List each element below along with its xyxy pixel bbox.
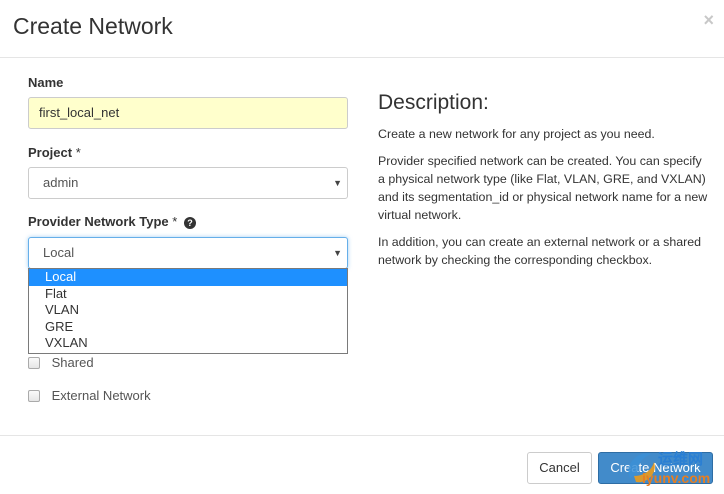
project-label: Project * <box>28 145 81 160</box>
provider-network-type-label: Provider Network Type * ? <box>28 214 196 229</box>
watermark-logo: 运维网 iyunv.com <box>622 444 722 488</box>
project-select-value: admin <box>43 175 79 190</box>
create-network-modal: Create Network × Name first_local_net Pr… <box>0 0 724 494</box>
cancel-button[interactable]: Cancel <box>527 452 592 484</box>
shared-checkbox[interactable] <box>28 357 40 369</box>
provider-network-type-select[interactable]: Local ▼ <box>28 237 348 269</box>
external-network-checkbox-row[interactable]: External Network <box>28 388 151 403</box>
name-label: Name <box>28 75 63 90</box>
option-flat[interactable]: Flat <box>29 286 347 303</box>
description-title: Description: <box>378 91 489 114</box>
modal-header: Create Network × <box>0 0 724 58</box>
modal-title: Create Network <box>13 13 173 39</box>
description-paragraph: Create a new network for any project as … <box>378 127 655 141</box>
name-input-value: first_local_net <box>39 105 120 120</box>
required-marker: * <box>75 145 81 160</box>
shared-checkbox-row[interactable]: Shared <box>28 355 94 370</box>
option-local[interactable]: Local <box>29 269 347 286</box>
name-label-text: Name <box>28 75 64 90</box>
description-paragraph: In addition, you can create an external … <box>378 235 702 267</box>
option-vlan[interactable]: VLAN <box>29 302 347 319</box>
external-network-label: External Network <box>51 388 151 403</box>
option-vxlan[interactable]: VXLAN <box>29 335 347 352</box>
close-icon[interactable]: × <box>703 10 714 31</box>
question-circle-icon[interactable]: ? <box>183 217 196 229</box>
name-input[interactable]: first_local_net <box>28 97 348 129</box>
external-network-checkbox[interactable] <box>28 390 40 402</box>
project-select[interactable]: admin ▼ <box>28 167 348 199</box>
option-gre[interactable]: GRE <box>29 319 347 336</box>
caret-down-icon: ▼ <box>333 178 342 188</box>
provider-select-value: Local <box>43 245 75 260</box>
shared-label: Shared <box>51 355 94 370</box>
provider-network-type-options: Local Flat VLAN GRE VXLAN <box>28 268 348 354</box>
watermark-url: iyunv.com <box>642 470 711 486</box>
project-label-text: Project <box>28 145 73 160</box>
description-paragraph: Provider specified network can be create… <box>378 154 708 222</box>
watermark-text: 运维网 <box>658 451 704 468</box>
modal-footer: Cancel Create Network <box>0 435 724 494</box>
provider-label-text: Provider Network Type <box>28 214 169 229</box>
required-marker: * <box>172 214 178 229</box>
caret-down-icon: ▼ <box>333 248 342 258</box>
